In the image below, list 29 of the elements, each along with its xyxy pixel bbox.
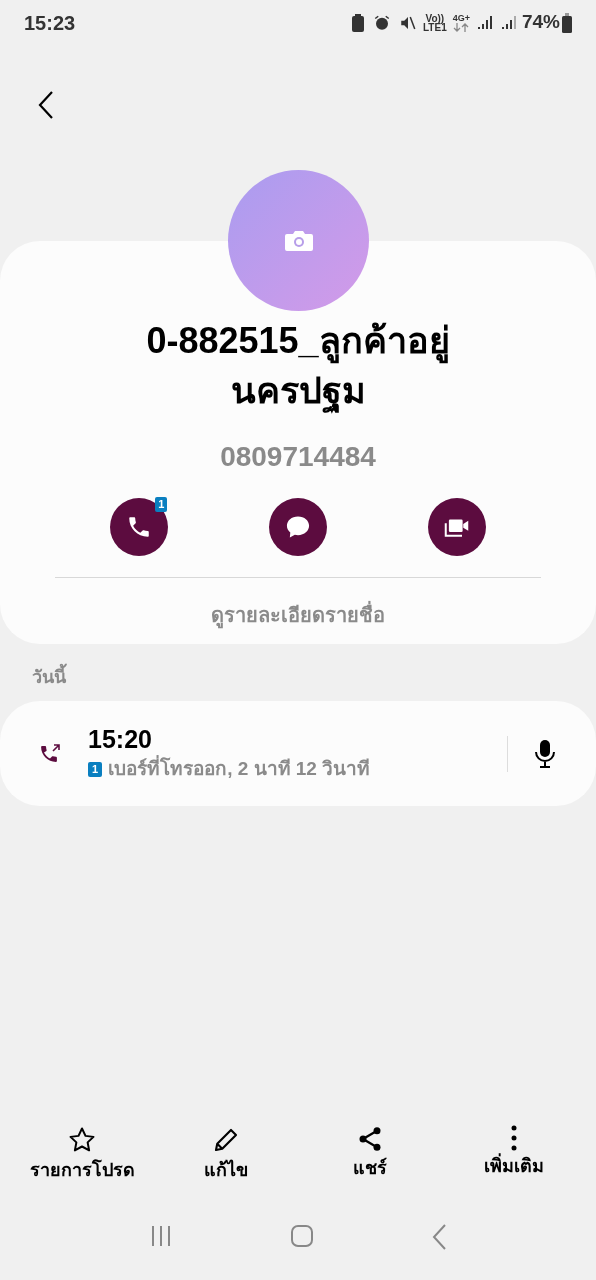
contact-name: 0-882515_ลูกค้าอยู่นครปฐม xyxy=(108,316,488,416)
microphone-icon[interactable] xyxy=(534,738,556,769)
call-log-card[interactable]: 15:20 1 เบอร์ที่โทรออก, 2 นาที 12 วินาที xyxy=(0,701,596,806)
signal-icon xyxy=(499,14,516,31)
call-time: 15:20 xyxy=(88,724,153,755)
favorite-button[interactable]: รายการโปรด xyxy=(12,1125,152,1184)
volte-label: Vo)) xyxy=(425,13,445,23)
sim-badge: 1 xyxy=(88,762,103,777)
sim-badge: 1 xyxy=(155,497,168,512)
lte-label: LTE1 xyxy=(423,22,447,32)
alarm-icon xyxy=(373,13,391,32)
call-button[interactable]: 1 xyxy=(110,498,169,556)
network-label: 4G+ xyxy=(452,13,470,23)
home-icon[interactable] xyxy=(290,1224,314,1248)
video-button[interactable] xyxy=(427,498,486,556)
signal-icon xyxy=(475,14,492,31)
battery-percent: 74% xyxy=(521,10,560,35)
data-arrows-icon xyxy=(453,22,470,32)
section-title: วันนี้ xyxy=(0,664,596,691)
call-description: เบอร์ที่โทรออก, 2 นาที 12 วินาที xyxy=(108,755,371,784)
share-button[interactable]: แชร์ xyxy=(300,1125,440,1184)
more-button[interactable]: เพิ่มเติม xyxy=(444,1125,584,1184)
message-button[interactable] xyxy=(269,498,327,556)
edit-button[interactable]: แก้ไข xyxy=(156,1125,296,1184)
more-icon xyxy=(511,1125,517,1151)
phone-number: 0809714484 xyxy=(220,440,376,474)
camera-icon xyxy=(283,229,314,252)
back-icon[interactable] xyxy=(36,90,56,120)
status-time: 15:23 xyxy=(24,10,76,36)
